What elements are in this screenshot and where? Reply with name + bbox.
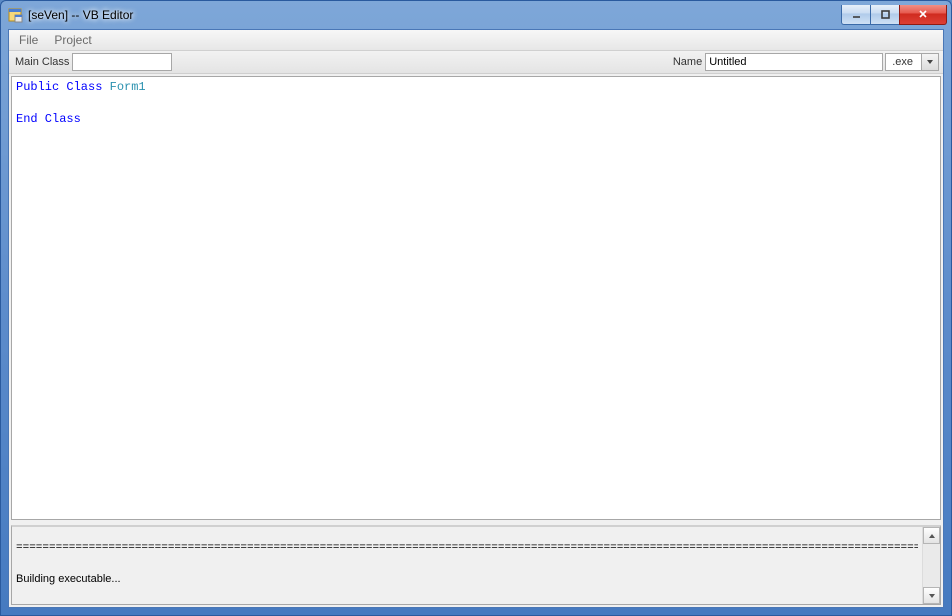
- name-label: Name: [673, 56, 702, 68]
- content-area: Public Class Form1 End Class ===========…: [9, 74, 943, 607]
- close-button[interactable]: [899, 5, 947, 25]
- main-class-input[interactable]: [72, 53, 172, 71]
- code-classname: Form1: [110, 80, 146, 94]
- titlebar[interactable]: [seVen] -- VB Editor: [1, 1, 951, 29]
- window-title: [seVen] -- VB Editor: [28, 8, 841, 22]
- output-line: Building executable...: [16, 573, 918, 585]
- output-panel: ========================================…: [11, 525, 941, 605]
- output-separator: ========================================…: [16, 541, 918, 555]
- toolbar: Main Class Name .exe: [9, 51, 943, 74]
- scroll-down-icon[interactable]: [923, 587, 940, 604]
- app-icon: [7, 7, 23, 23]
- code-keyword: End Class: [16, 112, 81, 126]
- app-window: [seVen] -- VB Editor File Project Main C…: [0, 0, 952, 616]
- scroll-up-icon[interactable]: [923, 527, 940, 544]
- output-text[interactable]: ========================================…: [12, 527, 922, 604]
- client-area: File Project Main Class Name .exe Public…: [8, 29, 944, 608]
- output-scrollbar[interactable]: [922, 527, 940, 604]
- code-editor[interactable]: Public Class Form1 End Class: [11, 76, 941, 520]
- extension-combo[interactable]: .exe: [885, 53, 939, 71]
- minimize-button[interactable]: [841, 5, 870, 25]
- scroll-track[interactable]: [923, 544, 940, 587]
- extension-selected: .exe: [886, 54, 921, 70]
- menu-bar: File Project: [9, 30, 943, 51]
- menu-project[interactable]: Project: [46, 30, 99, 50]
- maximize-button[interactable]: [870, 5, 899, 25]
- name-input[interactable]: [705, 53, 883, 71]
- code-keyword: Public Class: [16, 80, 102, 94]
- main-class-label: Main Class: [15, 56, 69, 68]
- menu-file[interactable]: File: [11, 30, 46, 50]
- chevron-down-icon[interactable]: [921, 54, 938, 70]
- window-controls: [841, 5, 947, 25]
